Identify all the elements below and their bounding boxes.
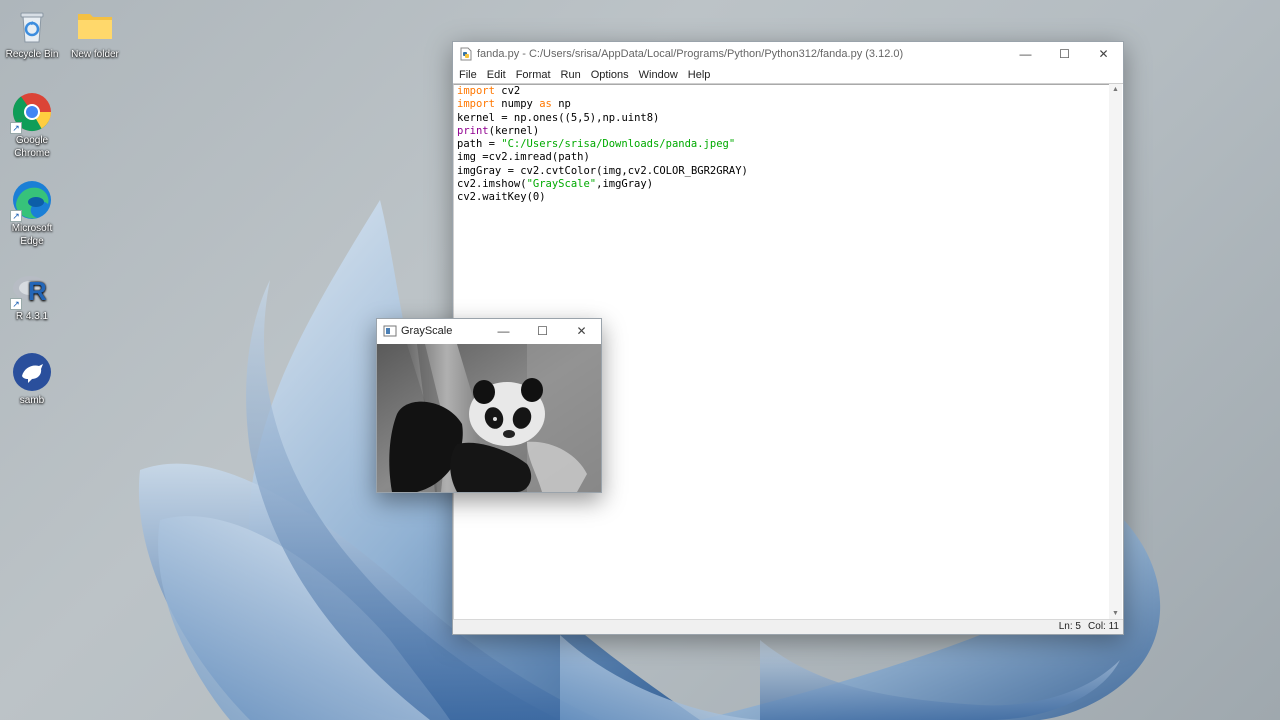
code-line: print(kernel) <box>457 124 540 137</box>
desktop-icon-samb[interactable]: samb <box>0 352 64 407</box>
status-line-number: Ln: 5 <box>1058 621 1081 632</box>
grayscale-image-window[interactable]: GrayScale — ☐ ✕ <box>376 318 602 493</box>
menu-bar: File Edit Format Run Options Window Help <box>453 66 1123 84</box>
minimize-button[interactable]: — <box>484 319 523 343</box>
folder-icon <box>75 6 115 46</box>
bird-app-icon <box>12 352 52 392</box>
desktop-icon-label: R 4.3.1 <box>15 311 49 322</box>
code-line: import cv2 <box>457 85 521 97</box>
r-logo-letter: R <box>28 276 47 306</box>
menu-options[interactable]: Options <box>591 69 629 81</box>
code-line: cv2.imshow("GrayScale",imgGray) <box>457 178 654 191</box>
desktop-icon-label: Recycle Bin <box>5 49 59 60</box>
desktop-icon-r[interactable]: R ↗ R 4.3.1 <box>0 268 64 323</box>
menu-help[interactable]: Help <box>688 69 711 81</box>
code-line: cv2.waitKey(0) <box>457 191 546 204</box>
idle-titlebar[interactable]: fanda.py - C:/Users/srisa/AppData/Local/… <box>453 42 1123 66</box>
code-line: imgGray = cv2.cvtColor(img,cv2.COLOR_BGR… <box>457 164 748 177</box>
status-column-number: Col: 11 <box>1088 621 1119 632</box>
shortcut-arrow-icon: ↗ <box>10 122 22 134</box>
menu-format[interactable]: Format <box>516 69 551 81</box>
python-file-icon <box>460 47 472 61</box>
maximize-button[interactable]: ☐ <box>523 319 562 343</box>
desktop-icon-google-chrome[interactable]: ↗ Google Chrome <box>0 92 64 160</box>
grayscale-titlebar[interactable]: GrayScale — ☐ ✕ <box>377 319 601 343</box>
desktop-icon-label: Microsoft Edge <box>11 223 53 247</box>
opencv-window-icon <box>383 325 397 337</box>
close-button[interactable]: ✕ <box>1084 42 1123 66</box>
code-line: import numpy as np <box>457 98 571 111</box>
chrome-icon: ↗ <box>10 92 52 134</box>
menu-run[interactable]: Run <box>561 69 581 81</box>
desktop-icon-label: New folder <box>71 49 119 60</box>
desktop-icon-recycle-bin[interactable]: Recycle Bin <box>0 6 64 61</box>
status-bar: Ln: 5 Col: 11 <box>453 619 1123 634</box>
desktop-icon-microsoft-edge[interactable]: ↗ Microsoft Edge <box>0 180 64 248</box>
desktop-icon-new-folder[interactable]: New folder <box>63 6 127 61</box>
vertical-scrollbar[interactable]: ▲ ▼ <box>1109 84 1122 620</box>
shortcut-arrow-icon: ↗ <box>10 210 22 222</box>
r-language-icon: R ↗ <box>10 268 52 310</box>
desktop-icon-label: samb <box>19 395 45 406</box>
desktop-icon-label: Google Chrome <box>14 135 50 159</box>
window-title: fanda.py - C:/Users/srisa/AppData/Local/… <box>477 48 904 60</box>
code-text[interactable]: import cv2 import numpy as np kernel = np.… <box>454 85 1111 205</box>
grayscale-panda-image <box>377 344 601 492</box>
code-line: path = "C:/Users/srisa/Downloads/panda.j… <box>457 138 736 151</box>
menu-file[interactable]: File <box>459 69 477 81</box>
close-button[interactable]: ✕ <box>562 319 601 343</box>
window-title: GrayScale <box>401 325 453 337</box>
menu-edit[interactable]: Edit <box>487 69 506 81</box>
menu-window[interactable]: Window <box>639 69 678 81</box>
maximize-button[interactable]: ☐ <box>1045 42 1084 66</box>
code-line: kernel = np.ones((5,5),np.uint8) <box>457 111 660 124</box>
code-line: img =cv2.imread(path) <box>457 151 590 164</box>
recycle-bin-icon <box>12 6 52 46</box>
shortcut-arrow-icon: ↗ <box>10 298 22 310</box>
edge-icon: ↗ <box>10 180 52 222</box>
scroll-up-arrow-icon[interactable]: ▲ <box>1109 84 1122 96</box>
minimize-button[interactable]: — <box>1006 42 1045 66</box>
